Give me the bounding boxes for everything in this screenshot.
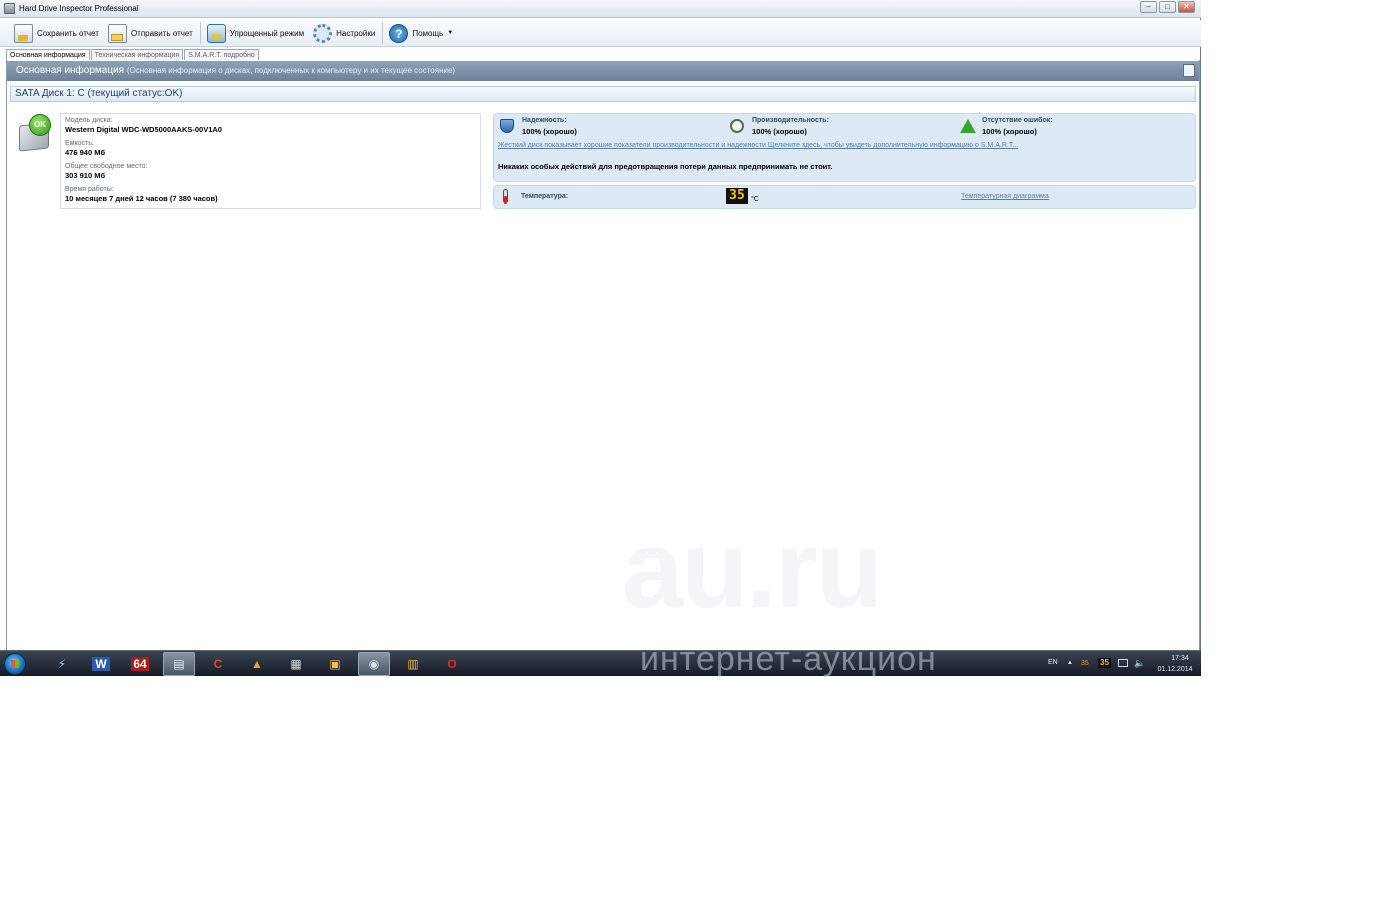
send-report-label: Отправить отчет	[130, 28, 193, 38]
errors-value: 100% (хорошо)	[982, 127, 1037, 136]
taskbar-app-hdd-inspector[interactable]: ▤	[163, 652, 195, 676]
taskbar: ⚡ W 64 ▤ C ▲ ▦ ▣ ◉ ▥ O EN ▲ 35 35 🔈 17:3…	[0, 650, 1201, 676]
taskbar-app-media-player[interactable]: ▦	[280, 652, 312, 676]
reliability-value: 100% (хорошо)	[522, 127, 577, 136]
save-report-label: Сохранить отчет	[37, 28, 99, 38]
send-report-icon	[107, 23, 127, 43]
app-window: Hard Drive Inspector Professional – □ ✕ …	[0, 0, 1201, 650]
document-icon[interactable]	[1183, 64, 1195, 77]
taskbar-apps: ⚡ W 64 ▤ C ▲ ▦ ▣ ◉ ▥ O	[46, 652, 468, 676]
taskbar-app-ccleaner[interactable]: C	[202, 652, 234, 676]
status-panel: Надежность: 100% (хорошо) Производительн…	[493, 113, 1196, 182]
taskbar-app-chrome[interactable]: ◉	[358, 652, 390, 676]
watermark-text: интернет-аукцион	[640, 640, 937, 678]
window-title: Hard Drive Inspector Professional	[19, 4, 139, 13]
tray-temperature-small[interactable]: 35	[1081, 660, 1089, 667]
disk-info-box: Модель диска: Western Digital WDC-WD5000…	[60, 113, 481, 209]
watermark-logo: au.ru	[622, 508, 883, 631]
send-report-button[interactable]: Отправить отчет	[104, 21, 198, 45]
help-icon: ?	[389, 23, 409, 43]
save-report-button[interactable]: Сохранить отчет	[10, 21, 104, 45]
help-button[interactable]: ? Помощь ▼	[385, 21, 458, 45]
temperature-chart-link[interactable]: Температурная диаграмма	[961, 193, 1049, 200]
help-label: Помощь	[412, 28, 444, 38]
ok-status-badge: OK	[29, 114, 51, 136]
start-button[interactable]	[4, 653, 26, 675]
toolbar: Сохранить отчет Отправить отчет Упрощенн…	[0, 20, 1201, 47]
taskbar-app-aimp[interactable]: ▲	[241, 652, 273, 676]
gear-icon	[313, 23, 333, 43]
settings-button[interactable]: Настройки	[309, 21, 380, 45]
free-space-label: Общее свободное место:	[65, 163, 148, 170]
warning-triangle-icon	[960, 119, 976, 133]
taskbar-app-word[interactable]: W	[85, 652, 117, 676]
chevron-down-icon: ▼	[447, 30, 454, 36]
save-report-icon	[14, 23, 33, 43]
volume-icon[interactable]: 🔈	[1134, 658, 1145, 669]
toolbar-separator	[199, 22, 201, 44]
section-subtitle: (Основная информация о дисках, подключен…	[126, 66, 456, 75]
temperature-display: 35	[726, 188, 748, 204]
clock-time[interactable]: 17:34	[1160, 655, 1200, 662]
model-value: Western Digital WDC-WD5000AAKS-00V1A0	[65, 125, 222, 134]
window-controls: – □ ✕	[1140, 1, 1195, 13]
hard-drive-icon: OK	[19, 114, 51, 152]
chevron-up-icon[interactable]: ▲	[1067, 660, 1073, 666]
section-header: Основная информация (Основная информация…	[7, 61, 1199, 81]
model-label: Модель диска:	[65, 117, 113, 124]
performance-label: Производительность:	[752, 117, 829, 124]
taskbar-app-lightning[interactable]: ⚡	[46, 652, 78, 676]
taskbar-app-winrar[interactable]: ▥	[397, 652, 429, 676]
status-note: Никаких особых действий для предотвращен…	[498, 162, 833, 171]
simple-mode-button[interactable]: Упрощенный режим	[203, 21, 309, 45]
shield-icon	[500, 119, 514, 133]
close-button[interactable]: ✕	[1178, 1, 1195, 13]
capacity-label: Емкость:	[65, 140, 94, 147]
taskbar-app-aida64[interactable]: 64	[124, 652, 156, 676]
simple-mode-icon	[206, 23, 226, 43]
smart-details-link[interactable]: Жесткий диск показывает хорошие показате…	[498, 142, 1018, 149]
minimize-button[interactable]: –	[1140, 1, 1157, 13]
main-content: Основная информация (Основная информация…	[6, 60, 1200, 650]
system-tray: EN ▲ 35 35 🔈 17:34 01.12.2014	[1046, 651, 1201, 677]
temperature-unit: °C	[751, 196, 759, 203]
gauge-icon	[730, 119, 744, 133]
taskbar-app-opera[interactable]: O	[436, 652, 468, 676]
settings-label: Настройки	[336, 28, 376, 38]
clock-date[interactable]: 01.12.2014	[1150, 666, 1200, 673]
toolbar-separator	[382, 22, 384, 44]
taskbar-app-explorer[interactable]: ▣	[319, 652, 351, 676]
temperature-label: Температура:	[521, 193, 569, 200]
errors-label: Отсутствие ошибок:	[982, 117, 1053, 124]
disk-header[interactable]: SATA Диск 1: C (текущий статус:OK)	[10, 86, 1196, 102]
section-title: Основная информация	[16, 65, 125, 76]
uptime-value: 10 месяцев 7 дней 12 часов (7 380 часов)	[65, 194, 218, 203]
network-icon[interactable]	[1118, 659, 1128, 667]
temperature-panel: Температура: 35 °C Температурная диаграм…	[493, 185, 1196, 209]
uptime-label: Время работы:	[65, 186, 114, 193]
free-space-value: 303 910 Мб	[65, 171, 106, 180]
reliability-label: Надежность:	[522, 117, 567, 124]
capacity-value: 476 940 Мб	[65, 148, 106, 157]
thermometer-icon	[503, 189, 508, 204]
tray-temperature-display[interactable]: 35	[1098, 658, 1111, 668]
title-bar: Hard Drive Inspector Professional – □ ✕	[0, 0, 1201, 18]
simple-mode-label: Упрощенный режим	[229, 28, 305, 38]
performance-value: 100% (хорошо)	[752, 127, 807, 136]
language-indicator[interactable]: EN	[1048, 659, 1058, 666]
maximize-button[interactable]: □	[1159, 1, 1176, 13]
app-icon	[4, 3, 15, 14]
